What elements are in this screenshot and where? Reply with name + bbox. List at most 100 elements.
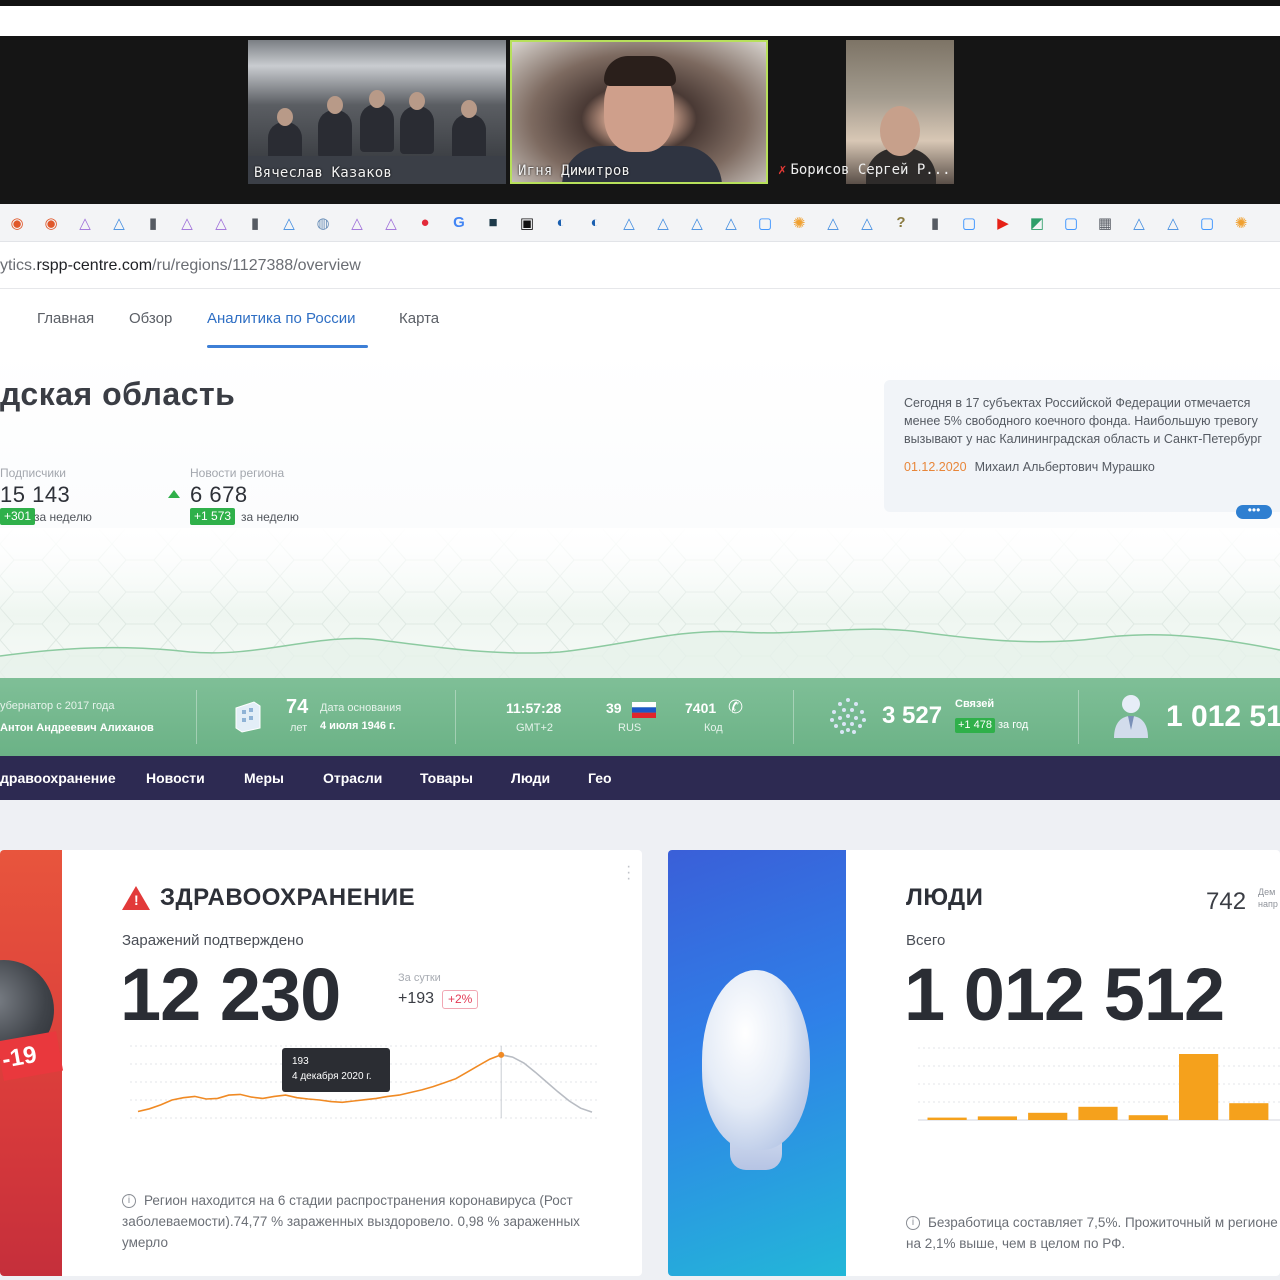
muted-mic-icon: ✗ xyxy=(778,162,787,178)
tab-home[interactable]: Главная xyxy=(37,310,94,327)
network-sphere-icon xyxy=(830,698,866,734)
triangle-logo-icon[interactable]: △ xyxy=(1128,212,1150,234)
google-icon[interactable]: G xyxy=(448,212,470,234)
triangle-logo-icon[interactable]: △ xyxy=(822,212,844,234)
region-hero: дская область Подписчики 15 143 +301 за … xyxy=(0,348,1280,678)
globe-icon[interactable]: ◍ xyxy=(312,212,334,234)
phone-code: 7401 xyxy=(685,700,717,716)
video-tile-participant-1[interactable]: Вячеслав Казаков xyxy=(248,40,506,184)
triangle-logo-icon[interactable]: △ xyxy=(176,212,198,234)
age-bar xyxy=(1028,1112,1068,1120)
age-bar xyxy=(1229,1103,1269,1120)
triangle-logo-icon[interactable]: △ xyxy=(346,212,368,234)
address-bar[interactable]: ytics.rspp-centre.com/ru/regions/1127388… xyxy=(0,243,1280,289)
participant-name: Игня Димитров xyxy=(518,163,631,179)
info-icon: i xyxy=(906,1216,920,1231)
document-icon[interactable]: ▮ xyxy=(142,212,164,234)
section-healthcare[interactable]: дравоохранение xyxy=(0,770,116,786)
news-label: Новости региона xyxy=(190,466,285,480)
sun-icon[interactable]: ✺ xyxy=(788,212,810,234)
document-icon[interactable]: ▮ xyxy=(924,212,946,234)
participant-name: Вячеслав Казаков xyxy=(254,165,393,181)
triangle-logo-icon[interactable]: △ xyxy=(74,212,96,234)
url-text[interactable]: ytics.rspp-centre.com/ru/regions/1127388… xyxy=(0,257,361,275)
sun-icon[interactable]: ✺ xyxy=(1230,212,1252,234)
section-people[interactable]: Люди xyxy=(511,770,550,786)
orange-swirl-icon[interactable]: ◉ xyxy=(6,212,28,234)
divider xyxy=(793,690,794,744)
quote-more-button[interactable]: ••• xyxy=(1236,504,1272,519)
news-period: за неделю xyxy=(241,510,299,524)
card-menu-icon[interactable]: · · · xyxy=(626,859,631,887)
section-goods[interactable]: Товары xyxy=(420,770,473,786)
triangle-logo-icon[interactable]: △ xyxy=(720,212,742,234)
quote-date: 01.12.2020 xyxy=(904,460,967,474)
zoom-icon[interactable]: ▢ xyxy=(1196,212,1218,234)
zoom-icon[interactable]: ▢ xyxy=(1060,212,1082,234)
triangle-logo-icon[interactable]: △ xyxy=(108,212,130,234)
region-title: дская область xyxy=(0,376,236,412)
quote-card: Сегодня в 17 субъектах Российской Федера… xyxy=(884,380,1280,512)
triangle-logo-icon[interactable]: △ xyxy=(210,212,232,234)
triangle-logo-icon[interactable]: △ xyxy=(652,212,674,234)
divider xyxy=(1078,690,1079,744)
triangle-logo-icon[interactable]: △ xyxy=(278,212,300,234)
tab-map[interactable]: Карта xyxy=(399,310,439,327)
video-tile-participant-2[interactable]: Игня Димитров xyxy=(510,40,768,184)
tab-overview[interactable]: Обзор xyxy=(129,310,172,327)
people-note-text: Безработица составляет 7,5%. Прожиточный… xyxy=(906,1215,1278,1251)
circle-blue-icon[interactable]: ◐ xyxy=(550,212,572,234)
healthcare-note: i Регион находится на 6 стадии распростра… xyxy=(122,1190,602,1253)
youtube-icon[interactable]: ▶ xyxy=(992,212,1014,234)
window-gap xyxy=(0,6,1280,36)
document-icon[interactable]: ▮ xyxy=(244,212,266,234)
triangle-logo-icon[interactable]: △ xyxy=(618,212,640,234)
triangle-logo-icon[interactable]: △ xyxy=(856,212,878,234)
section-geo[interactable]: Гео xyxy=(588,770,612,786)
covid-label: -19 xyxy=(0,1031,64,1081)
attendee xyxy=(318,96,352,158)
links-value: 3 527 xyxy=(882,702,943,729)
triangle-logo-icon[interactable]: △ xyxy=(1162,212,1184,234)
news-delta-badge: +1 573 xyxy=(190,508,236,525)
divider xyxy=(196,690,197,744)
orange-swirl-icon[interactable]: ◉ xyxy=(40,212,62,234)
section-industries[interactable]: Отрасли xyxy=(323,770,382,786)
sheet-icon[interactable]: ◩ xyxy=(1026,212,1048,234)
dark-app-icon[interactable]: ■ xyxy=(482,212,504,234)
quote-author[interactable]: Михаил Альбертович Мурашко xyxy=(975,460,1155,474)
url-domain: rspp-centre.com xyxy=(36,257,153,274)
tab-russia-analytics[interactable]: Аналитика по России xyxy=(207,310,356,327)
links-delta-row: +1 478 за год xyxy=(955,718,1028,733)
triangle-logo-icon[interactable]: △ xyxy=(686,212,708,234)
up-arrow-icon xyxy=(168,490,180,498)
section-measures[interactable]: Меры xyxy=(244,770,284,786)
phone-label: Код xyxy=(704,722,723,734)
age-bar xyxy=(1078,1106,1118,1120)
section-news[interactable]: Новости xyxy=(146,770,205,786)
triangle-logo-icon[interactable]: △ xyxy=(380,212,402,234)
russia-flag-icon xyxy=(632,702,656,718)
people-title: ЛЮДИ xyxy=(906,884,984,911)
zoom-icon[interactable]: ▢ xyxy=(754,212,776,234)
grid-apps-icon[interactable]: ▦ xyxy=(1094,212,1116,234)
people-note: i Безработица составляет 7,5%. Прожиточны… xyxy=(906,1212,1280,1254)
subscribers-period: за неделю xyxy=(34,510,92,524)
participant-name-3: ✗ Борисов Сергей Р... xyxy=(778,162,951,178)
healthcare-card[interactable]: -19 · · · ! ЗДРАВООХРАНЕНИЕ Заражений подт… xyxy=(0,850,642,1276)
circle-blue-icon[interactable]: ◐ xyxy=(584,212,606,234)
governor-name[interactable]: Антон Андреевич Алиханов xyxy=(0,722,154,734)
pinterest-icon[interactable]: ● xyxy=(414,212,436,234)
film-icon[interactable]: ▣ xyxy=(516,212,538,234)
person-silhouette-icon xyxy=(1114,695,1148,738)
population-value: 1 012 51 xyxy=(1166,700,1280,733)
per-day-percent-badge: +2% xyxy=(442,990,479,1009)
age-bar-chart[interactable] xyxy=(918,1042,1280,1142)
help-icon[interactable]: ? xyxy=(890,212,912,234)
divider xyxy=(455,690,456,744)
building-icon xyxy=(235,701,261,733)
zoom-icon[interactable]: ▢ xyxy=(958,212,980,234)
subscribers-delta-badge: +301 xyxy=(0,508,36,525)
people-card[interactable]: ЛЮДИ 742 Дем напр Всего 1 012 512 i Безра… xyxy=(668,850,1280,1276)
age-bar xyxy=(1128,1115,1168,1120)
